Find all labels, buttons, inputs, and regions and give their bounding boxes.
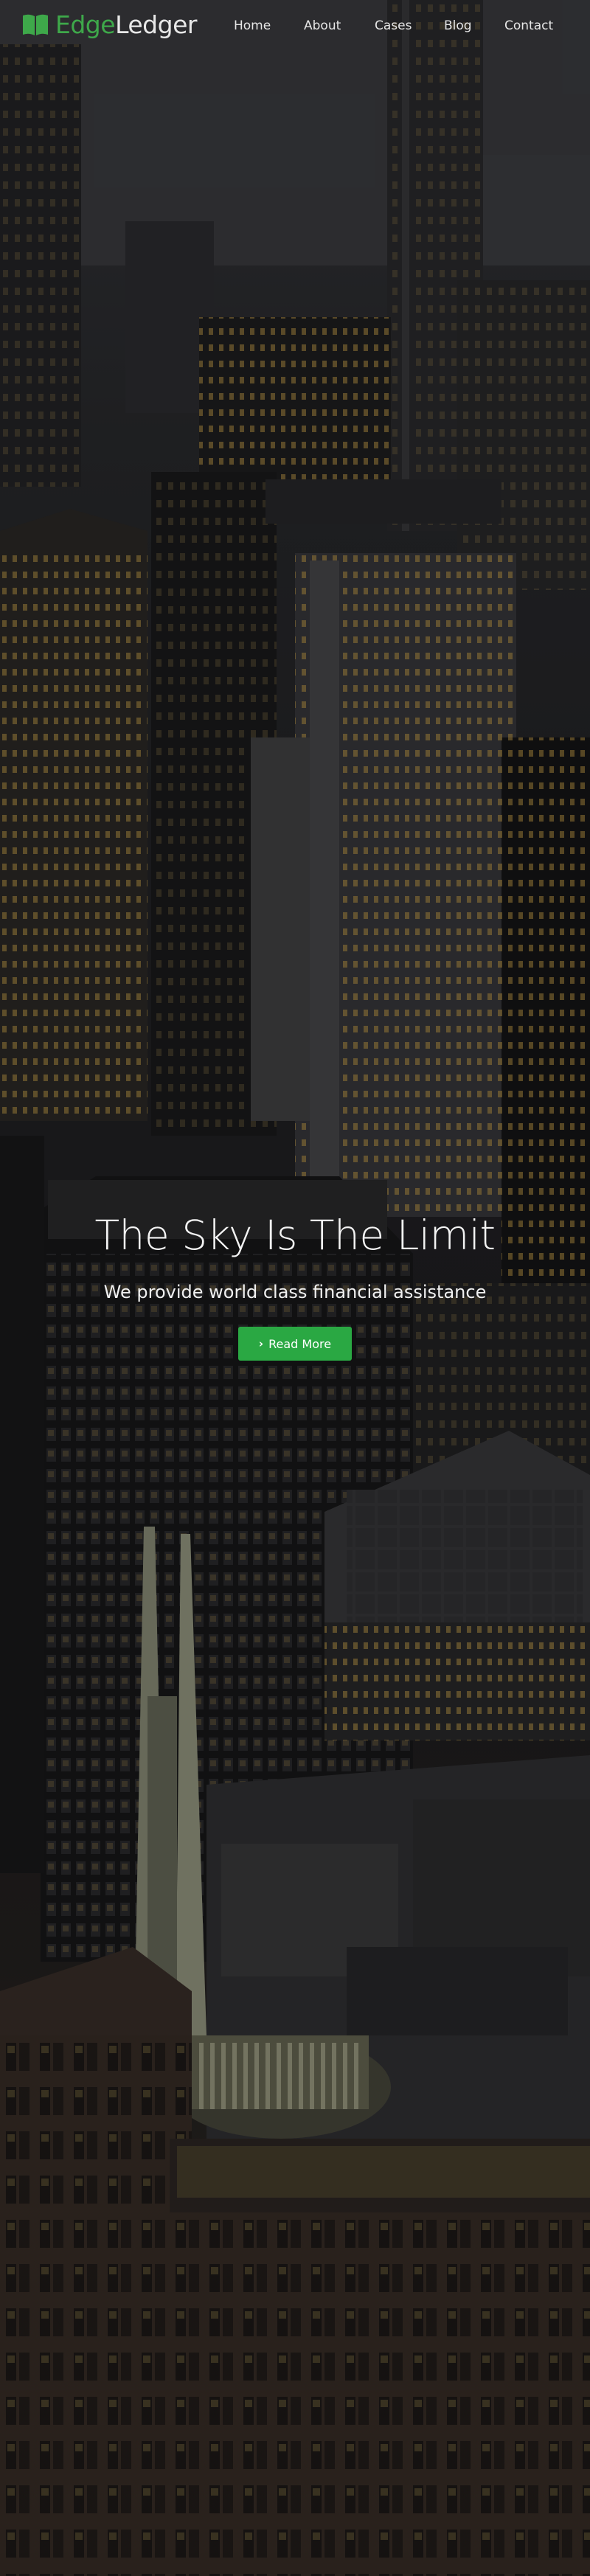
chevron-right-icon: › <box>258 1337 264 1350</box>
read-more-label: Read More <box>268 1336 332 1351</box>
nav-item-home[interactable]: Home <box>234 17 271 35</box>
hero-title: The Sky Is The Limit <box>94 1212 496 1259</box>
nav-item-about[interactable]: About <box>304 17 341 35</box>
hero-subtitle: We provide world class financial assista… <box>103 1282 487 1302</box>
nav-item-cases[interactable]: Cases <box>375 17 412 35</box>
hero-section: EdgeLedger Home About Cases Blog Contact… <box>0 0 590 2576</box>
navbar: EdgeLedger Home About Cases Blog Contact <box>0 0 590 52</box>
read-more-button[interactable]: › Read More <box>238 1327 352 1361</box>
main-nav: Home About Cases Blog Contact <box>0 17 590 35</box>
nav-item-contact[interactable]: Contact <box>504 17 553 35</box>
nav-item-blog[interactable]: Blog <box>444 17 472 35</box>
